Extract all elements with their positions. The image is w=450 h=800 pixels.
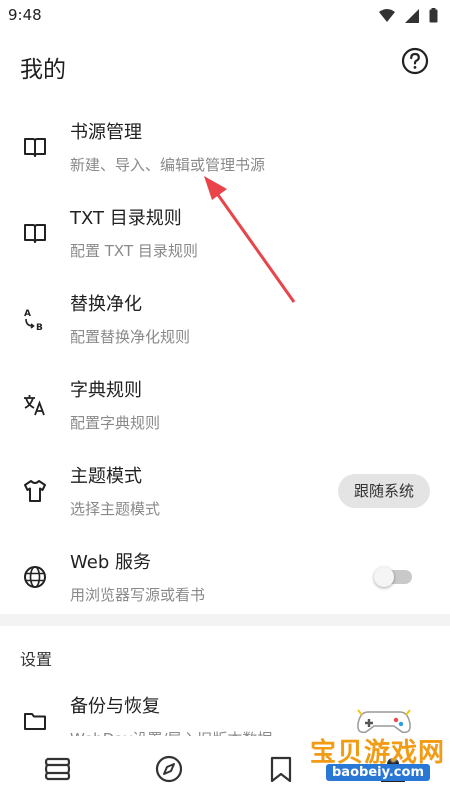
wifi-icon xyxy=(379,8,395,27)
menu-item-web-service[interactable]: Web 服务 用浏览器写源或看书 xyxy=(0,534,450,620)
watermark-logo: 宝贝游戏网 baobeiy.com xyxy=(286,702,446,794)
web-service-switch[interactable] xyxy=(374,567,414,587)
book-open-icon xyxy=(24,224,46,243)
menu-item-subtitle: 配置字典规则 xyxy=(70,414,161,432)
menu-item-subtitle: 用浏览器写源或看书 xyxy=(70,586,206,604)
svg-text:A: A xyxy=(24,309,31,319)
menu-item-subtitle: 选择主题模式 xyxy=(70,500,161,518)
menu-item-replace-purify[interactable]: A B 替换净化 配置替换净化规则 xyxy=(0,276,450,362)
menu-item-book-source[interactable]: 书源管理 新建、导入、编辑或管理书源 xyxy=(0,104,450,190)
status-time: 9:48 xyxy=(8,6,42,24)
menu-item-title: TXT 目录规则 xyxy=(70,208,182,229)
help-button[interactable] xyxy=(400,46,430,76)
status-icons xyxy=(379,8,438,27)
menu-item-theme-mode[interactable]: 主题模式 选择主题模式 跟随系统 xyxy=(0,448,450,534)
status-bar: 9:48 xyxy=(0,0,450,32)
menu-item-subtitle: 配置 TXT 目录规则 xyxy=(70,242,198,260)
translate-icon xyxy=(24,395,45,416)
menu-item-title: 书源管理 xyxy=(70,122,142,143)
nav-discover[interactable] xyxy=(152,752,186,786)
discover-compass-icon xyxy=(155,755,183,783)
svg-text:B: B xyxy=(36,323,43,332)
menu-item-subtitle: 配置替换净化规则 xyxy=(70,328,191,346)
help-circle-icon xyxy=(401,47,429,75)
book-open-icon xyxy=(24,138,46,157)
replace-ab-icon: A B xyxy=(24,309,43,332)
cellular-icon xyxy=(405,8,419,27)
battery-icon xyxy=(429,8,438,27)
section-divider xyxy=(0,614,450,626)
page-title: 我的 xyxy=(20,57,66,83)
switch-thumb xyxy=(374,567,394,587)
folder-icon xyxy=(24,713,46,730)
menu-item-title: Web 服务 xyxy=(70,552,151,573)
menu-item-title: 主题模式 xyxy=(70,466,142,487)
watermark-url: baobeiy.com xyxy=(326,764,430,781)
menu-item-txt-toc-rules[interactable]: TXT 目录规则 配置 TXT 目录规则 xyxy=(0,190,450,276)
menu-item-subtitle: 新建、导入、编辑或管理书源 xyxy=(70,156,266,174)
menu-item-dictionary-rules[interactable]: 字典规则 配置字典规则 xyxy=(0,362,450,448)
app-bar: 我的 xyxy=(0,40,450,92)
tshirt-icon xyxy=(24,480,46,502)
globe-icon xyxy=(24,566,46,588)
menu-item-title: 替换净化 xyxy=(70,294,142,315)
nav-bookshelf[interactable] xyxy=(40,752,74,786)
menu-item-title: 备份与恢复 xyxy=(70,696,160,717)
settings-section-header: 设置 xyxy=(20,650,53,669)
menu-item-title: 字典规则 xyxy=(70,380,142,401)
bookshelf-icon xyxy=(44,757,71,781)
theme-mode-chip[interactable]: 跟随系统 xyxy=(337,474,430,508)
